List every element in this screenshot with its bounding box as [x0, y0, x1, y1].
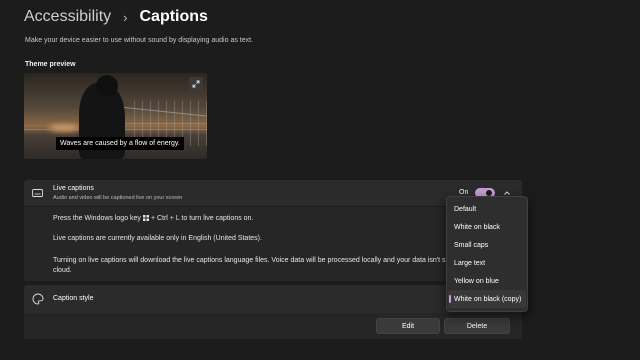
- page-subtitle: Make your device easier to use without s…: [25, 37, 254, 44]
- language-info: Live captions are currently available on…: [53, 235, 262, 242]
- caption-style-actions: Edit Delete: [24, 313, 522, 339]
- shortcut-info-text-2: + Ctrl + L to turn live captions on.: [150, 215, 254, 222]
- dropdown-option-large-text[interactable]: Large text: [448, 254, 526, 272]
- breadcrumb-accessibility[interactable]: Accessibility: [24, 8, 111, 26]
- breadcrumb-separator: ›: [123, 9, 128, 25]
- theme-preview-image: Waves are caused by a flow of energy.: [24, 73, 207, 159]
- breadcrumb: Accessibility › Captions: [24, 8, 208, 26]
- captions-icon: [32, 189, 43, 197]
- person-head-silhouette: [96, 75, 118, 97]
- theme-preview-label: Theme preview: [25, 61, 76, 68]
- live-captions-description: Audio and video will be captioned live o…: [53, 195, 183, 201]
- download-info-continued: cloud.: [53, 267, 72, 274]
- download-info: Turning on live captions will download t…: [53, 257, 454, 264]
- live-captions-title: Live captions: [53, 185, 94, 192]
- expand-icon: [192, 80, 200, 88]
- caption-style-dropdown: Default White on black Small caps Large …: [446, 196, 528, 312]
- live-captions-state: On: [459, 189, 469, 196]
- sunset-glow: [49, 125, 79, 131]
- page-title: Captions: [139, 8, 208, 25]
- dropdown-option-small-caps[interactable]: Small caps: [448, 236, 526, 254]
- palette-icon: [32, 293, 44, 305]
- railing-mid: [119, 123, 207, 124]
- edit-button[interactable]: Edit: [376, 318, 440, 334]
- windows-logo-icon: [142, 215, 149, 221]
- dropdown-option-white-on-black-copy[interactable]: White on black (copy): [448, 290, 526, 308]
- shortcut-info-text-1: Press the Windows logo key: [53, 215, 141, 222]
- dropdown-option-yellow-on-blue[interactable]: Yellow on blue: [448, 272, 526, 290]
- shortcut-info: Press the Windows logo key + Ctrl + L to …: [53, 215, 253, 222]
- expand-preview-button[interactable]: [189, 77, 203, 91]
- dropdown-option-white-on-black[interactable]: White on black: [448, 218, 526, 236]
- caption-style-label: Caption style: [53, 295, 94, 302]
- dropdown-option-default[interactable]: Default: [448, 200, 526, 218]
- delete-button[interactable]: Delete: [444, 318, 510, 334]
- preview-caption-text: Waves are caused by a flow of energy.: [56, 137, 184, 150]
